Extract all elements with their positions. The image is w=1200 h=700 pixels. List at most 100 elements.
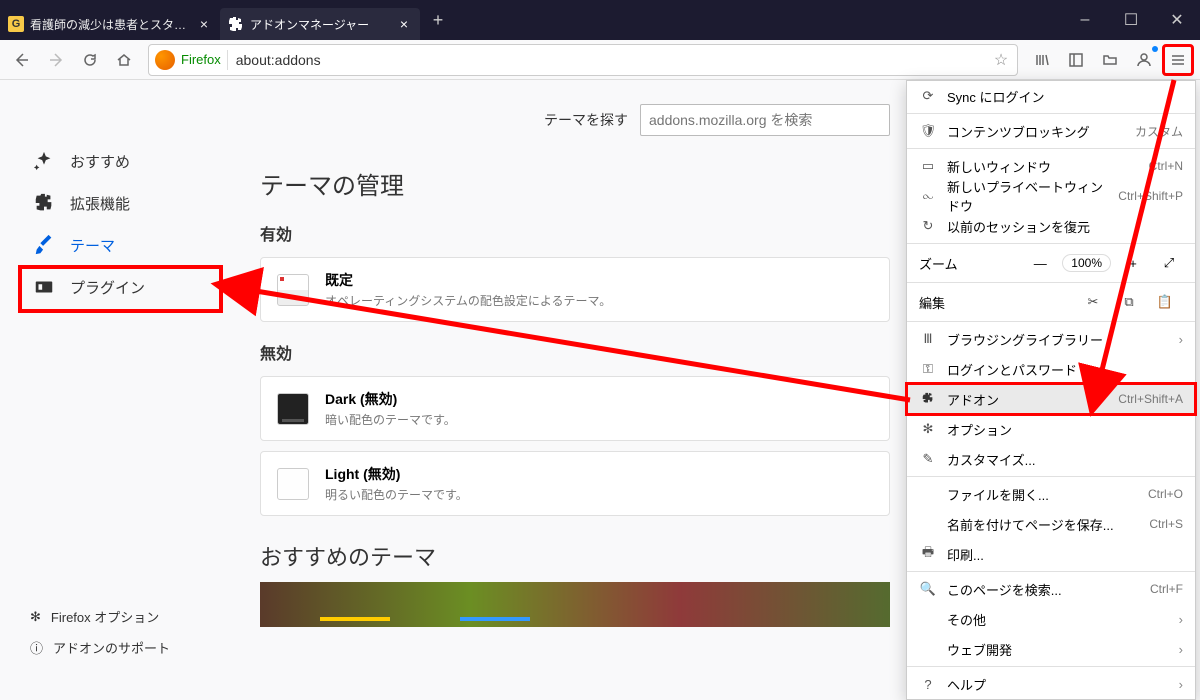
sidebar-item-plugins[interactable]: プラグイン [20,266,260,308]
theme-title-dark: Dark (無効) [325,389,873,409]
cut-icon[interactable]: ✂ [1075,294,1111,310]
theme-card-light[interactable]: Light (無効) 明るい配色のテーマです。 [260,451,890,516]
urlbar-text[interactable]: about:addons [228,52,985,68]
zoom-value: 100% [1062,254,1111,272]
blank-icon [919,515,937,533]
sidebar-footer-options[interactable]: ✻ Firefox オプション [30,601,170,632]
sidebar-footer-support-label: アドオンのサポート [53,638,170,657]
sidebar-footer-options-label: Firefox オプション [51,607,159,626]
sparkle-icon [32,149,56,173]
menu-sep [907,571,1195,572]
tab-2[interactable]: アドオンマネージャー × [220,8,420,40]
hamburger-menu-button[interactable] [1162,44,1194,76]
menu-new-window-label: 新しいウィンドウ [947,157,1139,176]
account-icon[interactable] [1128,44,1160,76]
menu-addons-label: アドオン [947,390,1108,409]
sidebar-footer-support[interactable]: ⓘ アドオンのサポート [30,632,170,663]
menu-webdev-label: ウェブ開発 [947,640,1169,659]
toolbar: Firefox about:addons ☆ [0,40,1200,80]
menu-sync-label: Sync にログイン [947,87,1183,106]
menu-content-blocking-label: コンテンツブロッキング [947,122,1125,141]
menu-content-blocking[interactable]: 🛡 コンテンツブロッキング カスタム [907,116,1195,146]
chevron-right-icon: › [1179,677,1183,692]
tab-2-favicon [228,16,244,32]
forward-button[interactable] [40,44,72,76]
menu-library[interactable]: Ⅲ ブラウジングライブラリー › [907,324,1195,354]
menu-help[interactable]: ? ヘルプ › [907,669,1195,699]
folder-icon[interactable] [1094,44,1126,76]
menu-open-file-short: Ctrl+O [1148,487,1183,501]
sidebar-item-recommend[interactable]: おすすめ [20,140,260,182]
url-bar[interactable]: Firefox about:addons ☆ [148,44,1018,76]
library-icon[interactable] [1026,44,1058,76]
blank-icon [919,610,937,628]
sidebar-label-extensions: 拡張機能 [70,193,130,214]
search-label: テーマを探す [544,110,628,130]
zoom-in-button[interactable]: + [1119,251,1147,275]
close-window-button[interactable]: ✕ [1154,0,1200,40]
menu-webdev[interactable]: ウェブ開発 › [907,634,1195,664]
menu-library-label: ブラウジングライブラリー [947,330,1169,349]
paste-icon[interactable]: 📋 [1147,294,1183,310]
menu-content-blocking-badge: カスタム [1135,123,1183,140]
menu-sep [907,148,1195,149]
library-icon: Ⅲ [919,330,937,348]
menu-edit-row: 編集 ✂ ⧉ 📋 [907,285,1195,319]
menu-print[interactable]: 🖶 印刷... [907,539,1195,569]
tab-1-favicon: G [8,16,24,32]
blank-icon [919,640,937,658]
bookmark-star-icon[interactable]: ☆ [985,50,1017,70]
theme-title-light: Light (無効) [325,464,873,484]
menu-find[interactable]: 🔍 このページを検索... Ctrl+F [907,574,1195,604]
new-tab-button[interactable]: + [424,6,452,34]
menu-customize-label: カスタマイズ... [947,450,1183,469]
menu-open-file-label: ファイルを開く... [947,485,1138,504]
menu-restore-session[interactable]: ↻ 以前のセッションを復元 [907,211,1195,241]
tab-2-title: アドオンマネージャー [250,16,396,33]
menu-more[interactable]: その他 › [907,604,1195,634]
home-button[interactable] [108,44,140,76]
zoom-out-button[interactable]: — [1026,251,1054,275]
menu-options[interactable]: ✻ オプション [907,414,1195,444]
chevron-right-icon: › [1179,332,1183,347]
menu-options-label: オプション [947,420,1183,439]
sidebar-label-plugins: プラグイン [70,277,145,298]
menu-edit-label: 編集 [919,293,1075,312]
sync-icon: ⟳ [919,87,937,105]
sidebar-icon[interactable] [1060,44,1092,76]
reload-button[interactable] [74,44,106,76]
menu-sep [907,476,1195,477]
tab-1-close[interactable]: × [196,16,212,32]
tab-2-close[interactable]: × [396,16,412,32]
menu-logins[interactable]: ⚿ ログインとパスワード [907,354,1195,384]
sidebar-item-themes[interactable]: テーマ [20,224,260,266]
sidebar-footer: ✻ Firefox オプション ⓘ アドオンのサポート [30,601,170,663]
puzzle-icon [32,191,56,215]
menu-customize[interactable]: ✎ カスタマイズ... [907,444,1195,474]
menu-addons[interactable]: アドオン Ctrl+Shift+A [907,384,1195,414]
recommended-theme-preview[interactable] [260,582,890,627]
menu-new-private[interactable]: ⧜ 新しいプライベートウィンドウ Ctrl+Shift+P [907,181,1195,211]
theme-card-default[interactable]: 既定 オペレーティングシステムの配色設定によるテーマ。 [260,257,890,322]
theme-desc-light: 明るい配色のテーマです。 [325,486,873,503]
tab-1[interactable]: G 看護師の減少は患者とスタッフの現 × [0,8,220,40]
menu-open-file[interactable]: ファイルを開く... Ctrl+O [907,479,1195,509]
window-controls: – ☐ ✕ [1062,0,1200,40]
menu-zoom-row: ズーム — 100% + ⤢ [907,246,1195,280]
maximize-button[interactable]: ☐ [1108,0,1154,40]
copy-icon[interactable]: ⧉ [1111,294,1147,310]
fullscreen-button[interactable]: ⤢ [1155,251,1183,275]
minimize-button[interactable]: – [1062,0,1108,40]
menu-sync[interactable]: ⟳ Sync にログイン [907,81,1195,111]
theme-card-dark[interactable]: Dark (無効) 暗い配色のテーマです。 [260,376,890,441]
search-input[interactable] [640,104,890,136]
menu-addons-short: Ctrl+Shift+A [1118,392,1183,406]
brush-icon: ✎ [919,450,937,468]
theme-desc-default: オペレーティングシステムの配色設定によるテーマ。 [325,292,873,309]
menu-save-as[interactable]: 名前を付けてページを保存... Ctrl+S [907,509,1195,539]
chevron-right-icon: › [1179,642,1183,657]
sidebar-item-extensions[interactable]: 拡張機能 [20,182,260,224]
sidebar: おすすめ 拡張機能 テーマ プラグイン ✻ Firefox オプション ⓘ アド… [0,80,260,693]
search-icon: 🔍 [919,580,937,598]
back-button[interactable] [6,44,38,76]
